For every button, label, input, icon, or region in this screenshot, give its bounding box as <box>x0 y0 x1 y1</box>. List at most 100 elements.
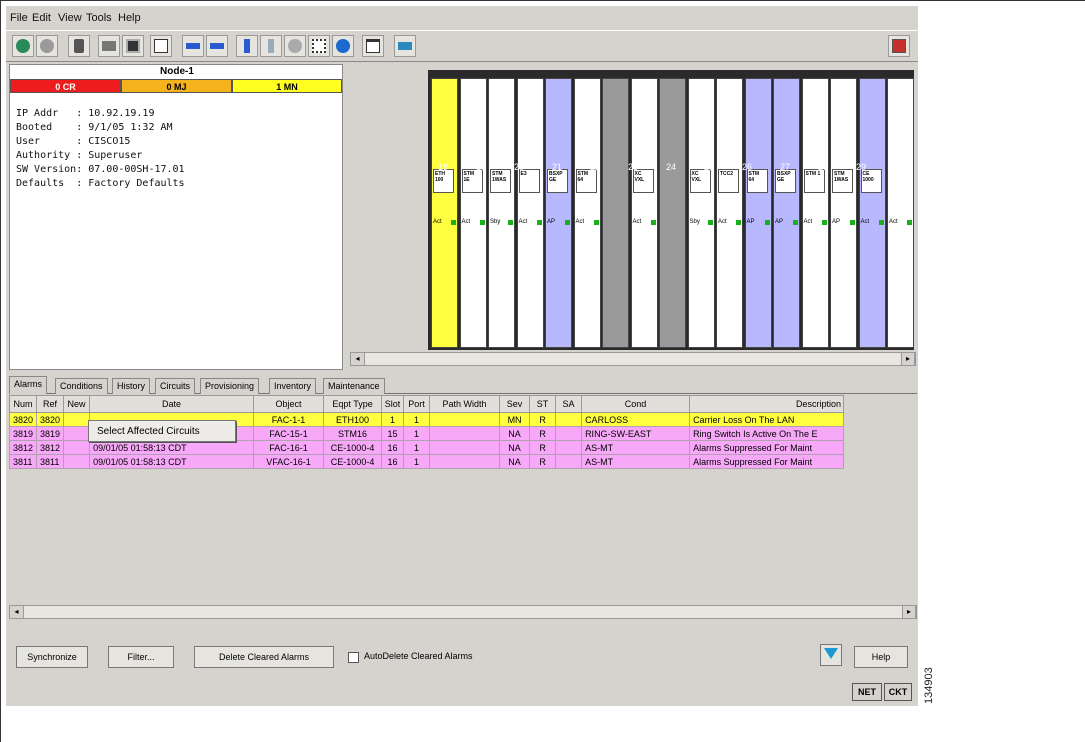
column-header[interactable]: SA <box>555 395 583 413</box>
shelf-card[interactable]: STM 64 Act <box>573 78 601 348</box>
card-label: STM 1WAS <box>832 169 853 193</box>
table-cell-eqpt: CE-1000-4 <box>323 454 383 469</box>
tab-history[interactable]: History <box>112 378 151 394</box>
print-icon[interactable] <box>98 35 120 57</box>
shelf-card[interactable]: E3 Act <box>516 78 544 348</box>
toolbar <box>6 30 918 62</box>
shelf-card[interactable]: STM 64 AP <box>744 78 772 348</box>
shelf-horizontal-scrollbar[interactable]: ◂ ▸ <box>350 352 916 366</box>
shelf-card[interactable]: CE 1000 Act <box>858 78 886 348</box>
card-status-led-icon <box>850 220 855 225</box>
column-header[interactable]: Cond <box>581 395 691 413</box>
table-horizontal-scrollbar[interactable]: ◂ ▸ <box>9 605 917 619</box>
node-info-panel: Node-1 0 CR 0 MJ 1 MN IP Addr : 10.92.19… <box>9 64 343 370</box>
column-header[interactable]: Port <box>403 395 431 413</box>
filter-button[interactable]: Filter... <box>108 646 174 668</box>
synchronize-button[interactable]: Synchronize <box>16 646 88 668</box>
menu-edit[interactable]: Edit <box>32 12 51 24</box>
help-book-icon[interactable] <box>888 35 910 57</box>
column-header[interactable]: Sev <box>499 395 531 413</box>
shelf-card[interactable]: XC VXL Sby <box>687 78 715 348</box>
tab-inventory[interactable]: Inventory <box>269 378 317 394</box>
column-header[interactable]: Path Width <box>429 395 501 413</box>
card-led-label: AP <box>547 219 556 225</box>
tab-maintenance[interactable]: Maintenance <box>323 378 385 394</box>
column-header[interactable]: ST <box>529 395 557 413</box>
forward-arrow-icon[interactable] <box>206 35 228 57</box>
card-led-label: Act <box>575 219 585 225</box>
table-row[interactable]: 3811 3811 09/01/05 01:58:13 CDT VFAC-16-1 CE… <box>9 454 845 469</box>
table-cell-st: R <box>529 440 557 455</box>
table-row[interactable]: 3812 3812 09/01/05 01:58:13 CDT FAC-16-1 CE-… <box>9 440 845 455</box>
menu-file[interactable]: File <box>10 12 28 24</box>
shelf-card[interactable]: Act <box>887 78 914 348</box>
lock-icon[interactable] <box>68 35 90 57</box>
ring-icon[interactable] <box>394 35 416 57</box>
menu-help[interactable]: Help <box>118 12 141 24</box>
globe-icon[interactable] <box>12 35 34 57</box>
help-button[interactable]: Help <box>854 646 908 668</box>
autodelete-checkbox[interactable] <box>348 652 359 663</box>
table-cell-desc: Carrier Loss On The LAN <box>689 412 845 427</box>
column-header[interactable]: Ref <box>36 395 65 413</box>
table-cell-st: R <box>529 412 557 427</box>
table-cell-num: 3820 <box>9 412 38 427</box>
tab-conditions[interactable]: Conditions <box>55 378 108 394</box>
column-header[interactable]: Eqpt Type <box>323 395 383 413</box>
table-cell-st: R <box>529 426 557 441</box>
table-cell-num: 3812 <box>9 440 38 455</box>
column-header[interactable]: Num <box>9 395 38 413</box>
slot-number: 19 <box>476 162 487 172</box>
shelf-card[interactable]: TCC2 Act <box>716 78 743 348</box>
up-icon[interactable] <box>236 35 258 57</box>
scroll-right-icon[interactable]: ▸ <box>901 353 915 365</box>
net-view-indicator[interactable]: NET <box>852 683 882 701</box>
column-header[interactable]: Date <box>89 395 255 413</box>
shelf-card[interactable]: STM 1E Act <box>459 78 487 348</box>
globe2-icon[interactable] <box>332 35 354 57</box>
shelf-card[interactable]: BSXP GE AP <box>545 78 572 348</box>
tab-alarms[interactable]: Alarms <box>9 376 48 394</box>
shelf-card[interactable] <box>602 78 629 348</box>
context-menu-select-affected-circuits[interactable]: Select Affected Circuits <box>88 420 236 442</box>
table-cell-ref: 3820 <box>36 412 65 427</box>
menu-view[interactable]: View <box>58 12 82 24</box>
down-icon[interactable] <box>260 35 282 57</box>
minor-alarm-count: 1 MN <box>232 79 342 93</box>
slot-number: 26 <box>742 162 753 172</box>
network-icon[interactable] <box>308 35 330 57</box>
back-arrow-icon[interactable] <box>182 35 204 57</box>
column-header[interactable]: New <box>63 395 91 413</box>
card-status-led-icon <box>707 220 713 225</box>
column-header[interactable]: Slot <box>381 395 405 413</box>
slot-number: 29 <box>856 162 867 172</box>
window-icon[interactable] <box>362 35 384 57</box>
ckt-indicator[interactable]: CKT <box>884 683 912 701</box>
table-cell-port: 1 <box>403 426 431 441</box>
table-cell-st: R <box>529 454 557 469</box>
table-cell-path <box>429 412 501 427</box>
shelf-card[interactable]: XC VXL Act <box>630 78 658 348</box>
scroll-left-icon[interactable]: ◂ <box>10 606 24 618</box>
card-label: STM 64 <box>575 169 597 193</box>
stop-icon[interactable] <box>36 35 58 57</box>
shelf-card[interactable] <box>659 78 686 348</box>
slot-number: 18 <box>438 162 449 172</box>
tab-circuits[interactable]: Circuits <box>155 378 196 394</box>
filter-funnel-icon[interactable] <box>820 644 842 666</box>
copy-icon[interactable] <box>150 35 172 57</box>
save-icon[interactable] <box>122 35 144 57</box>
shelf-card[interactable]: STM 1WAS Sby <box>488 78 515 348</box>
scroll-right-icon[interactable]: ▸ <box>902 606 916 618</box>
delete-cleared-alarms-button[interactable]: Delete Cleared Alarms <box>194 646 334 668</box>
column-header[interactable]: Description <box>689 395 845 413</box>
tab-provisioning[interactable]: Provisioning <box>200 378 260 394</box>
scroll-left-icon[interactable]: ◂ <box>351 353 365 365</box>
shelf-card[interactable]: BSXP GE AP <box>773 78 800 348</box>
node-icon[interactable] <box>284 35 306 57</box>
menu-tools[interactable]: Tools <box>86 12 112 24</box>
shelf-card[interactable]: ETH 100 Act <box>431 78 458 348</box>
column-header[interactable]: Object <box>253 395 325 413</box>
shelf-card[interactable]: STM 1WAS AP <box>830 78 857 348</box>
shelf-card[interactable]: STM 1 Act <box>801 78 829 348</box>
